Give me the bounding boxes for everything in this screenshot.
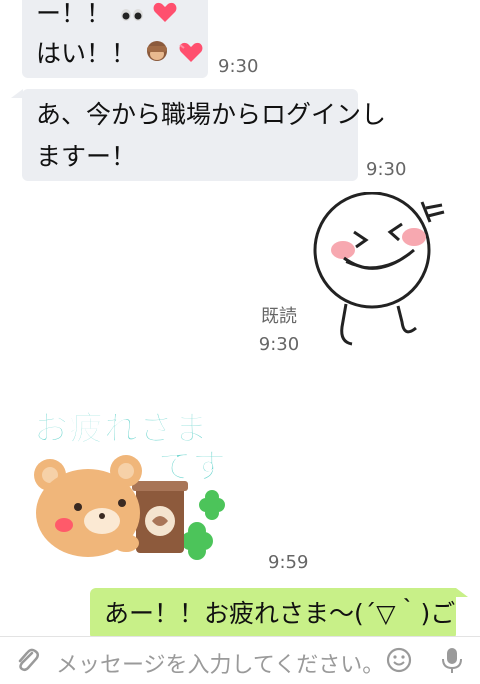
message-time: 9:30 xyxy=(258,334,300,355)
message-bubble-incoming[interactable]: ー！！ はい！！ xyxy=(22,0,208,78)
message-line: あ、今から職場からログインし xyxy=(36,100,387,129)
sticker-bear-coffee[interactable]: お疲れさま です xyxy=(30,395,245,570)
message-input[interactable]: メッセージを入力してください。 xyxy=(56,647,384,679)
see-no-evil-monkey-icon xyxy=(144,33,170,77)
paperclip-icon[interactable] xyxy=(14,647,40,677)
message-bubble-outgoing[interactable]: あー！！お疲れさま〜(´▽｀)ご xyxy=(90,588,456,640)
read-receipt: 既読 xyxy=(261,306,297,327)
message-line: ますー！ xyxy=(36,142,137,171)
message-time: 9:30 xyxy=(218,56,259,77)
message-text: ー！！ xyxy=(36,0,112,28)
message-line: ー！！ xyxy=(36,0,177,36)
message-time: 9:30 xyxy=(366,159,407,180)
heart-icon xyxy=(178,33,204,77)
sticker-laughing-character[interactable] xyxy=(306,191,456,357)
message-text: はい！！ xyxy=(36,39,137,68)
message-text: あー！！お疲れさま〜(´▽｀)ご xyxy=(104,599,456,628)
bubble-tail xyxy=(456,588,468,597)
message-line: はい！！ xyxy=(36,32,204,76)
smiley-icon[interactable] xyxy=(386,647,412,677)
sticker-text-line-2: です xyxy=(158,447,227,488)
microphone-icon[interactable] xyxy=(440,646,464,678)
message-time: 9:59 xyxy=(268,552,309,573)
message-composer: メッセージを入力してください。 xyxy=(0,636,480,684)
message-bubble-incoming[interactable]: あ、今から職場からログインし ますー！ xyxy=(22,89,386,181)
